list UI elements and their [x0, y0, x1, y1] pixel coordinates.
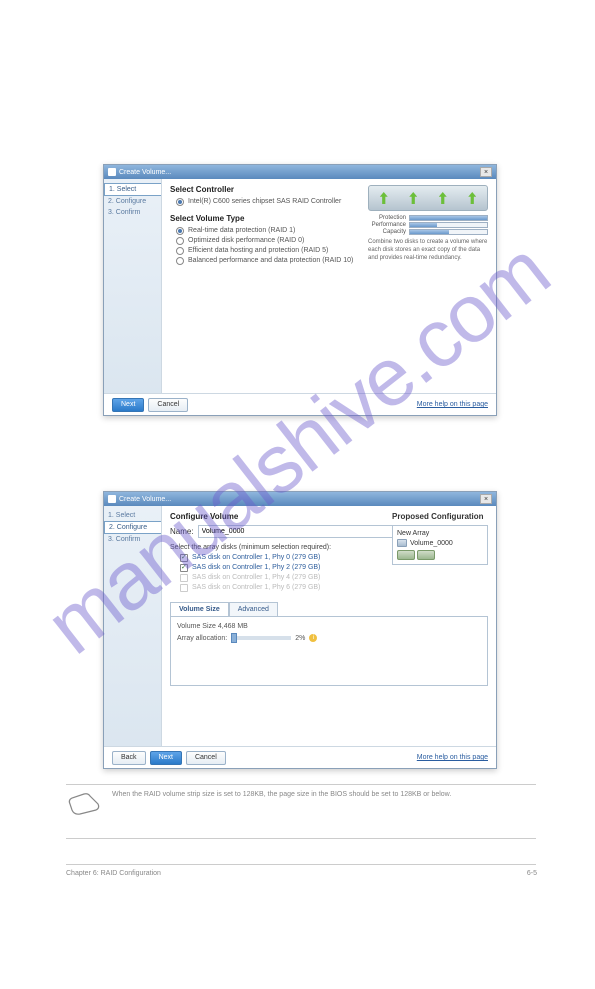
proposed-disks: [397, 550, 483, 560]
help-link[interactable]: More help on this page: [417, 754, 488, 761]
name-label: Name:: [170, 527, 194, 536]
step-confirm[interactable]: 3. Confirm: [104, 534, 161, 545]
window-title: Create Volume...: [119, 169, 171, 176]
checkbox-icon: [180, 584, 188, 592]
proposed-volume: Volume_0000: [397, 539, 483, 547]
voltype-label: Balanced performance and data protection…: [188, 257, 353, 264]
step-select[interactable]: 1. Select: [104, 510, 161, 521]
disk-label: SAS disk on Controller 1, Phy 2 (279 GB): [192, 564, 320, 571]
arrow-icon: [439, 192, 447, 204]
voltype-label: Efficient data hosting and protection (R…: [188, 247, 328, 254]
voltype-description: Combine two disks to create a volume whe…: [368, 239, 488, 262]
note-hand-icon: [66, 790, 102, 818]
proposed-volume-name: Volume_0000: [410, 540, 453, 547]
back-button[interactable]: Back: [112, 751, 146, 765]
close-icon[interactable]: ×: [480, 494, 492, 504]
configure-pane: Configure Volume Name: Select the array …: [162, 506, 496, 746]
slider-thumb[interactable]: [231, 633, 237, 643]
arrow-icon: [409, 192, 417, 204]
create-volume-window-select: Create Volume... × 1. Select 2. Configur…: [103, 164, 497, 416]
disk-icon: [417, 550, 435, 560]
controller-option-label: Intel(R) C600 series chipset SAS RAID Co…: [188, 198, 341, 205]
note-text: When the RAID volume strip size is set t…: [112, 790, 536, 800]
titlebar[interactable]: Create Volume... ×: [104, 165, 496, 179]
radio-icon: [176, 247, 184, 255]
step-configure[interactable]: 2. Configure: [104, 521, 161, 534]
proposed-heading: Proposed Configuration: [392, 512, 488, 521]
page-number: 6-5: [527, 870, 537, 877]
help-link[interactable]: More help on this page: [417, 401, 488, 408]
voltype-label: Real-time data protection (RAID 1): [188, 227, 295, 234]
titlebar[interactable]: Create Volume... ×: [104, 492, 496, 506]
radio-icon: [176, 227, 184, 235]
app-icon: [108, 168, 116, 176]
radio-icon: [176, 257, 184, 265]
drive-illustration: [368, 185, 488, 211]
dialog-footer: Next Cancel More help on this page: [104, 393, 496, 415]
alloc-slider[interactable]: [231, 636, 291, 640]
page-chapter: Chapter 6: RAID Configuration: [66, 870, 161, 877]
disk-option[interactable]: SAS disk on Controller 1, Phy 2 (279 GB): [180, 564, 488, 572]
capacity-meter: Capacity: [368, 229, 488, 235]
disk-label: SAS disk on Controller 1, Phy 0 (279 GB): [192, 554, 320, 561]
protection-meter: Protection: [368, 215, 488, 221]
step-configure[interactable]: 2. Configure: [104, 196, 161, 207]
wizard-sidebar: 1. Select 2. Configure 3. Confirm: [104, 179, 162, 393]
cancel-button[interactable]: Cancel: [186, 751, 226, 765]
app-icon: [108, 495, 116, 503]
next-button[interactable]: Next: [150, 751, 182, 765]
tab-volume-size[interactable]: Volume Size: [170, 602, 229, 616]
next-button[interactable]: Next: [112, 398, 144, 412]
capability-meters: Protection Performance Capacity: [368, 215, 488, 235]
note-row: When the RAID volume strip size is set t…: [66, 790, 536, 818]
close-icon[interactable]: ×: [480, 167, 492, 177]
disk-option-disabled: SAS disk on Controller 1, Phy 6 (279 GB): [180, 584, 488, 592]
step-select[interactable]: 1. Select: [104, 183, 161, 196]
proposed-config-panel: Proposed Configuration New Array Volume_…: [392, 512, 488, 565]
select-pane: Select Controller Intel(R) C600 series c…: [162, 179, 496, 393]
cancel-button[interactable]: Cancel: [148, 398, 188, 412]
arrow-icon: [468, 192, 476, 204]
disk-label: SAS disk on Controller 1, Phy 6 (279 GB): [192, 584, 320, 591]
create-volume-window-configure: Create Volume... × 1. Select 2. Configur…: [103, 491, 497, 769]
divider: [66, 784, 536, 785]
radio-icon: [176, 237, 184, 245]
alloc-pct: 2%: [295, 635, 305, 642]
proposed-box: New Array Volume_0000: [392, 525, 488, 565]
performance-meter: Performance: [368, 222, 488, 228]
disk-option-disabled: SAS disk on Controller 1, Phy 4 (279 GB): [180, 574, 488, 582]
disk-icon: [397, 550, 415, 560]
voltype-label: Optimized disk performance (RAID 0): [188, 237, 304, 244]
divider: [66, 838, 536, 839]
divider: [66, 864, 536, 865]
volume-size-label: Volume Size 4,468 MB: [177, 623, 481, 630]
alloc-label: Array allocation:: [177, 635, 227, 642]
dialog-footer: Back Next Cancel More help on this page: [104, 746, 496, 768]
wizard-sidebar: 1. Select 2. Configure 3. Confirm: [104, 506, 162, 746]
step-confirm[interactable]: 3. Confirm: [104, 207, 161, 218]
info-icon[interactable]: i: [309, 634, 317, 642]
arrow-icon: [380, 192, 388, 204]
radio-icon: [176, 198, 184, 206]
checkbox-icon: [180, 554, 188, 562]
window-title: Create Volume...: [119, 496, 171, 503]
disk-label: SAS disk on Controller 1, Phy 4 (279 GB): [192, 574, 320, 581]
tab-advanced[interactable]: Advanced: [229, 602, 278, 616]
tab-body: Volume Size 4,468 MB Array allocation: 2…: [170, 616, 488, 686]
checkbox-icon: [180, 574, 188, 582]
checkbox-icon: [180, 564, 188, 572]
array-allocation-row: Array allocation: 2% i: [177, 634, 481, 642]
volume-icon: [397, 539, 407, 547]
raid-illustration-panel: Protection Performance Capacity Combine …: [368, 185, 488, 262]
volume-tabs: Volume Size Advanced: [170, 602, 488, 616]
new-array-label: New Array: [397, 530, 483, 537]
